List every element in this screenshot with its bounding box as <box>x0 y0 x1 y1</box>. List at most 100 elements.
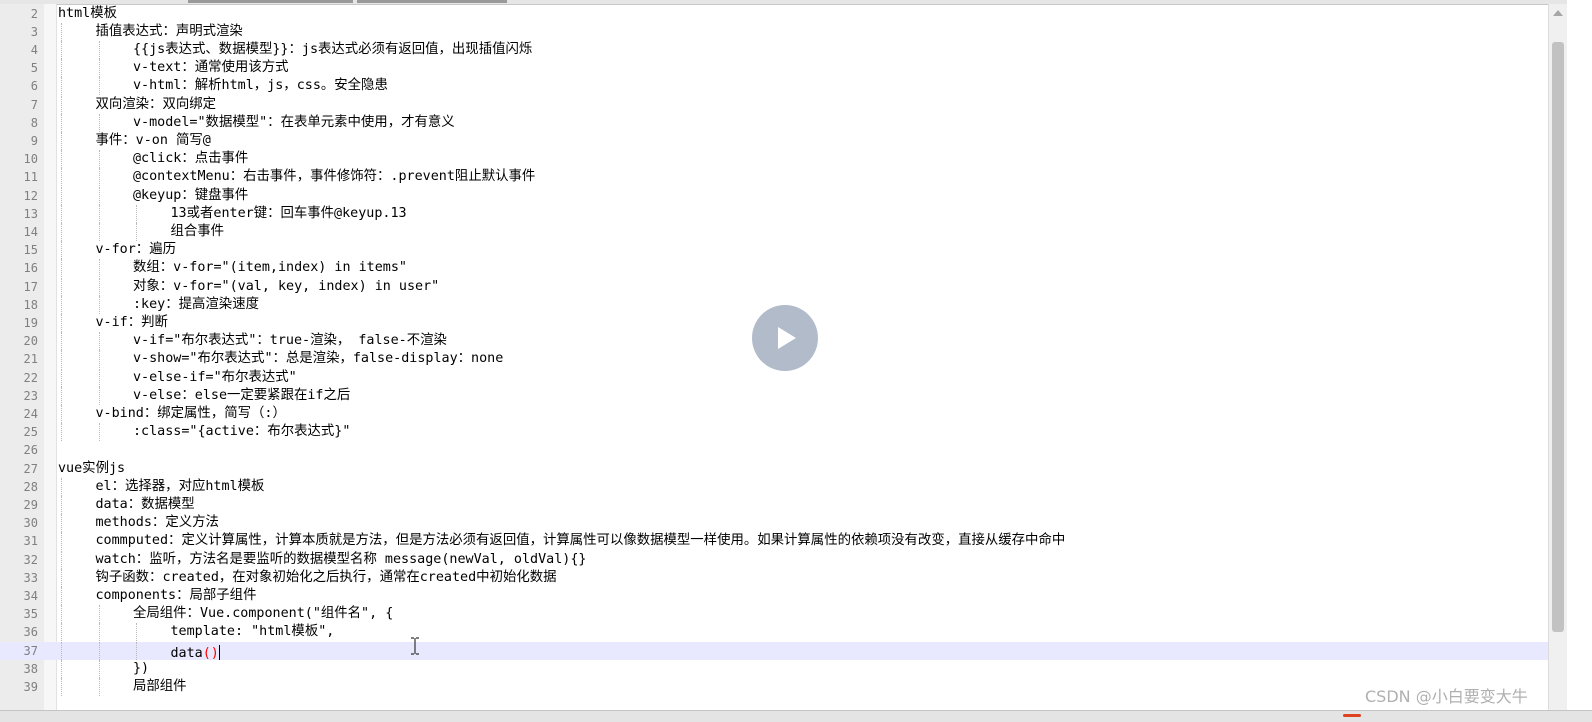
code-text[interactable]: vue实例js <box>58 460 125 478</box>
code-content: watch：监听，方法名是要监听的数据模型名称 message(newVal, … <box>95 551 587 567</box>
code-content: data <box>170 645 203 661</box>
code-line[interactable]: 27 vue实例js <box>0 460 1548 478</box>
code-line[interactable]: 29 data：数据模型 <box>0 495 1548 515</box>
code-text[interactable]: template: "html模板", <box>171 623 335 641</box>
code-text[interactable]: }) <box>133 660 149 678</box>
code-content: v-else-if="布尔表达式" <box>133 369 297 385</box>
window-edge <box>1567 0 1592 721</box>
code-text[interactable]: 数组：v-for="(item,index) in items" <box>133 259 407 277</box>
code-line[interactable]: 9 事件：v-on 简写@ <box>0 131 1548 151</box>
code-content: commputed：定义计算属性，计算本质就是方法，但是方法必须有返回值，计算属… <box>95 533 1066 549</box>
code-text[interactable]: v-text：通常使用该方式 <box>133 59 289 77</box>
code-line[interactable]: 22 v-else-if="布尔表达式" <box>0 368 1548 387</box>
code-text[interactable]: :class="{active：布尔表达式}" <box>133 423 350 441</box>
play-icon[interactable] <box>778 327 796 349</box>
code-line[interactable]: 39 局部组件 <box>0 677 1548 697</box>
code-line[interactable]: 38}) <box>0 659 1548 678</box>
code-line[interactable]: 2 html模板 <box>0 5 1548 23</box>
code-text[interactable]: v-else-if="布尔表达式" <box>133 369 297 387</box>
code-text[interactable]: html模板 <box>58 5 117 23</box>
code-text[interactable]: data：数据模型 <box>96 496 195 514</box>
code-line[interactable]: 32 watch：监听，方法名是要监听的数据模型名称 message(newVal… <box>0 550 1548 569</box>
code-text[interactable]: watch：监听，方法名是要监听的数据模型名称 message(newVal, … <box>96 551 587 569</box>
code-content: v-html：解析html，js，css。安全隐患 <box>133 78 388 94</box>
code-line[interactable]: 28 el：选择器，对应html模板 <box>0 477 1548 496</box>
code-line[interactable]: 4 {{js表达式、数据模型}}：js表达式必须有返回值，出现插值闪烁 <box>0 40 1548 60</box>
indent-guide <box>98 40 100 60</box>
code-text[interactable]: v-for：遍历 <box>96 241 176 259</box>
recording-mark <box>1343 714 1361 717</box>
code-content: 插值表达式：声明式渲染 <box>95 23 243 39</box>
code-line[interactable]: 7 双向渲染：双向绑定 <box>0 95 1548 114</box>
indent-guide <box>61 659 62 678</box>
code-line[interactable]: 26 <box>0 441 1548 459</box>
code-text[interactable]: v-if="布尔表达式"：true-渲染， false-不渲染 <box>133 332 447 350</box>
code-content: v-bind：绑定属性，简写（:） <box>95 405 286 421</box>
code-text[interactable]: v-model="数据模型"：在表单元素中使用，才有意义 <box>133 114 455 132</box>
code-line[interactable]: 25:class="{active：布尔表达式}" <box>0 423 1548 442</box>
code-line[interactable]: 24 v-bind：绑定属性，简写（:） <box>0 404 1548 424</box>
indent-guide <box>98 641 100 660</box>
code-line[interactable]: 17 对象：v-for="(val, key, index) in user" <box>0 277 1548 296</box>
code-line[interactable]: 35 全局组件：Vue.component("组件名", { <box>0 605 1548 624</box>
tab-edge-left[interactable] <box>188 0 353 3</box>
code-text[interactable]: v-show="布尔表达式"：总是渲染，false-display：none <box>133 350 503 368</box>
video-play-button[interactable] <box>752 305 818 371</box>
indent-guide <box>98 59 100 78</box>
code-content: :class="{active：布尔表达式}" <box>133 424 351 440</box>
code-text[interactable]: methods：定义方法 <box>96 514 219 532</box>
indent-guide <box>61 59 62 78</box>
indent-guide <box>61 186 62 205</box>
code-text[interactable]: 13或者enter键：回车事件@keyup.13 <box>171 205 407 223</box>
indent-guide <box>98 113 100 132</box>
indent-guide <box>61 77 62 96</box>
code-line[interactable]: 3 插值表达式：声明式渲染 <box>0 22 1548 41</box>
code-line[interactable]: 33 钩子函数：created，在对象初始化之后执行，通常在created中初始化… <box>0 568 1548 587</box>
code-line[interactable]: 15 v-for：遍历 <box>0 241 1548 260</box>
code-line[interactable]: 14 组合事件 <box>0 222 1548 242</box>
code-content: 双向渲染：双向绑定 <box>95 96 217 112</box>
code-line[interactable]: 31 commputed：定义计算属性，计算本质就是方法，但是方法必须有返回值，计… <box>0 532 1548 551</box>
code-line[interactable]: 12 @keyup：键盘事件 <box>0 186 1548 205</box>
code-text[interactable]: v-bind：绑定属性，简写（:） <box>96 405 286 423</box>
code-text[interactable]: :key：提高渲染速度 <box>133 296 259 314</box>
code-line[interactable]: 16 数组：v-for="(item,index) in items" <box>0 259 1548 278</box>
indent-guide <box>98 150 100 169</box>
code-text[interactable]: el：选择器，对应html模板 <box>96 478 265 496</box>
code-text[interactable]: 组合事件 <box>171 223 225 241</box>
code-text[interactable]: 局部组件 <box>133 678 187 696</box>
code-line[interactable]: 34 components：局部子组件 <box>0 586 1548 606</box>
code-line[interactable]: 8 v-model="数据模型"：在表单元素中使用，才有意义 <box>0 113 1548 132</box>
code-text[interactable]: @keyup：键盘事件 <box>133 187 248 205</box>
code-line[interactable]: 36 template: "html模板", <box>0 623 1548 642</box>
code-line[interactable]: 30 methods：定义方法 <box>0 514 1548 533</box>
code-text[interactable]: 全局组件：Vue.component("组件名", { <box>133 605 393 623</box>
code-text[interactable]: @contextMenu：右击事件，事件修饰符：.prevent阻止默认事件 <box>133 168 535 186</box>
code-text[interactable]: v-else：else一定要紧跟在if之后 <box>133 387 350 405</box>
indent-guide <box>98 259 100 278</box>
code-line[interactable]: 10 @click：点击事件 <box>0 150 1548 169</box>
code-text[interactable]: 插值表达式：声明式渲染 <box>96 23 243 41</box>
code-line[interactable]: 11 @contextMenu：右击事件，事件修饰符：.prevent阻止默认事件 <box>0 168 1548 187</box>
code-text[interactable]: {{js表达式、数据模型}}：js表达式必须有返回值，出现插值闪烁 <box>133 41 532 59</box>
scrollbar-thumb[interactable] <box>1552 42 1564 632</box>
code-text[interactable]: commputed：定义计算属性，计算本质就是方法，但是方法必须有返回值，计算属… <box>96 532 1066 550</box>
code-text[interactable]: components：局部子组件 <box>96 587 257 605</box>
vertical-scrollbar[interactable] <box>1548 4 1567 710</box>
scroll-up-icon[interactable] <box>1553 10 1563 16</box>
code-text[interactable]: v-if：判断 <box>96 314 168 332</box>
code-line[interactable]: 6 v-html：解析html，js，css。安全隐患 <box>0 77 1548 96</box>
tab-edge-right[interactable] <box>357 0 507 3</box>
code-text[interactable]: 事件：v-on 简写@ <box>96 132 211 150</box>
code-text[interactable]: 双向渲染：双向绑定 <box>96 96 217 114</box>
code-text[interactable]: 钩子函数：created，在对象初始化之后执行，通常在created中初始化数据 <box>96 569 557 587</box>
line-number: 15 <box>23 243 38 258</box>
code-line-current[interactable]: 37 data() <box>0 641 1548 661</box>
code-text[interactable]: 对象：v-for="(val, key, index) in user" <box>133 278 439 296</box>
code-line[interactable]: 5 v-text：通常使用该方式 <box>0 59 1548 78</box>
code-text[interactable]: @click：点击事件 <box>133 150 248 168</box>
code-text[interactable]: v-html：解析html，js，css。安全隐患 <box>133 77 388 95</box>
code-line[interactable]: 13 13或者enter键：回车事件@keyup.13 <box>0 204 1548 223</box>
code-content: 钩子函数：created，在对象初始化之后执行，通常在created中初始化数据 <box>95 569 557 585</box>
code-line[interactable]: 23 v-else：else一定要紧跟在if之后 <box>0 386 1548 405</box>
